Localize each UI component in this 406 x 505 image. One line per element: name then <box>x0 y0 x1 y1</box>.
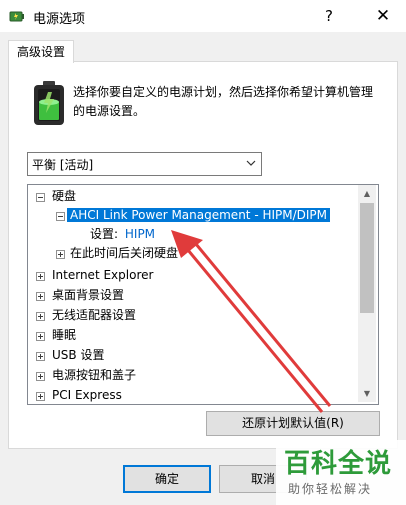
settings-tree[interactable]: 硬盘 AHCI Link Power Management - HIPM/DIP… <box>27 184 379 405</box>
selected-item-label: AHCI Link Power Management - HIPM/DIPM <box>67 208 331 222</box>
power-options-icon <box>9 11 24 22</box>
expand-icon[interactable] <box>36 332 45 341</box>
scroll-down-icon[interactable]: ▼ <box>358 385 376 402</box>
watermark-slogan: 助你轻松解决 <box>288 482 373 496</box>
watermark-brand: 百科全说 <box>284 449 393 479</box>
restore-defaults-button[interactable]: 还原计划默认值(R) <box>206 411 380 436</box>
expand-icon[interactable] <box>36 292 45 301</box>
ok-button[interactable]: 确定 <box>123 465 211 493</box>
power-plan-dropdown[interactable]: 平衡 [活动] <box>27 152 262 176</box>
tree-item-ahci[interactable]: AHCI Link Power Management - HIPM/DIPM <box>56 206 331 225</box>
setting-value[interactable]: HIPM <box>125 227 155 241</box>
tree-item-usb[interactable]: USB 设置 <box>36 346 104 365</box>
expand-icon[interactable] <box>56 250 65 259</box>
tab-advanced-settings[interactable]: 高级设置 <box>8 40 74 63</box>
collapse-icon[interactable] <box>36 193 45 202</box>
expand-icon[interactable] <box>36 392 45 401</box>
tree-item-internet-explorer[interactable]: Internet Explorer <box>36 266 153 285</box>
description-text: 选择你要自定义的电源计划，然后选择你希望计算机管理的电源设置。 <box>73 85 374 118</box>
collapse-icon[interactable] <box>56 212 65 221</box>
help-button[interactable]: ? <box>306 0 352 32</box>
battery-icon <box>34 81 64 125</box>
setting-label: 设置: <box>90 227 119 241</box>
tree-scrollbar[interactable]: ▲ ▼ <box>358 185 376 402</box>
scroll-up-icon[interactable]: ▲ <box>358 185 376 202</box>
expand-icon[interactable] <box>36 272 45 281</box>
power-plan-value: 平衡 [活动] <box>32 158 94 172</box>
tree-item-turn-off-after[interactable]: 在此时间后关闭硬盘 <box>56 244 178 263</box>
tree-item-hard-disk[interactable]: 硬盘 <box>36 187 76 206</box>
tree-item-power-buttons[interactable]: 电源按钮和盖子 <box>36 366 136 385</box>
watermark: 百科全说 助你轻松解决 <box>276 440 406 505</box>
chevron-down-icon <box>246 160 256 166</box>
tree-item-sleep[interactable]: 睡眠 <box>36 326 76 345</box>
window-title: 电源选项 <box>33 12 86 27</box>
close-button[interactable]: ✕ <box>360 0 406 32</box>
tree-item-setting[interactable]: 设置: HIPM <box>90 225 155 244</box>
expand-icon[interactable] <box>36 312 45 321</box>
expand-icon[interactable] <box>36 352 45 361</box>
tree-item-desktop-background[interactable]: 桌面背景设置 <box>36 286 124 305</box>
expand-icon[interactable] <box>36 372 45 381</box>
tree-item-wireless-adapter[interactable]: 无线适配器设置 <box>36 306 136 325</box>
scrollbar-thumb[interactable] <box>360 203 374 313</box>
tree-item-pci-express[interactable]: PCI Express <box>36 386 122 404</box>
